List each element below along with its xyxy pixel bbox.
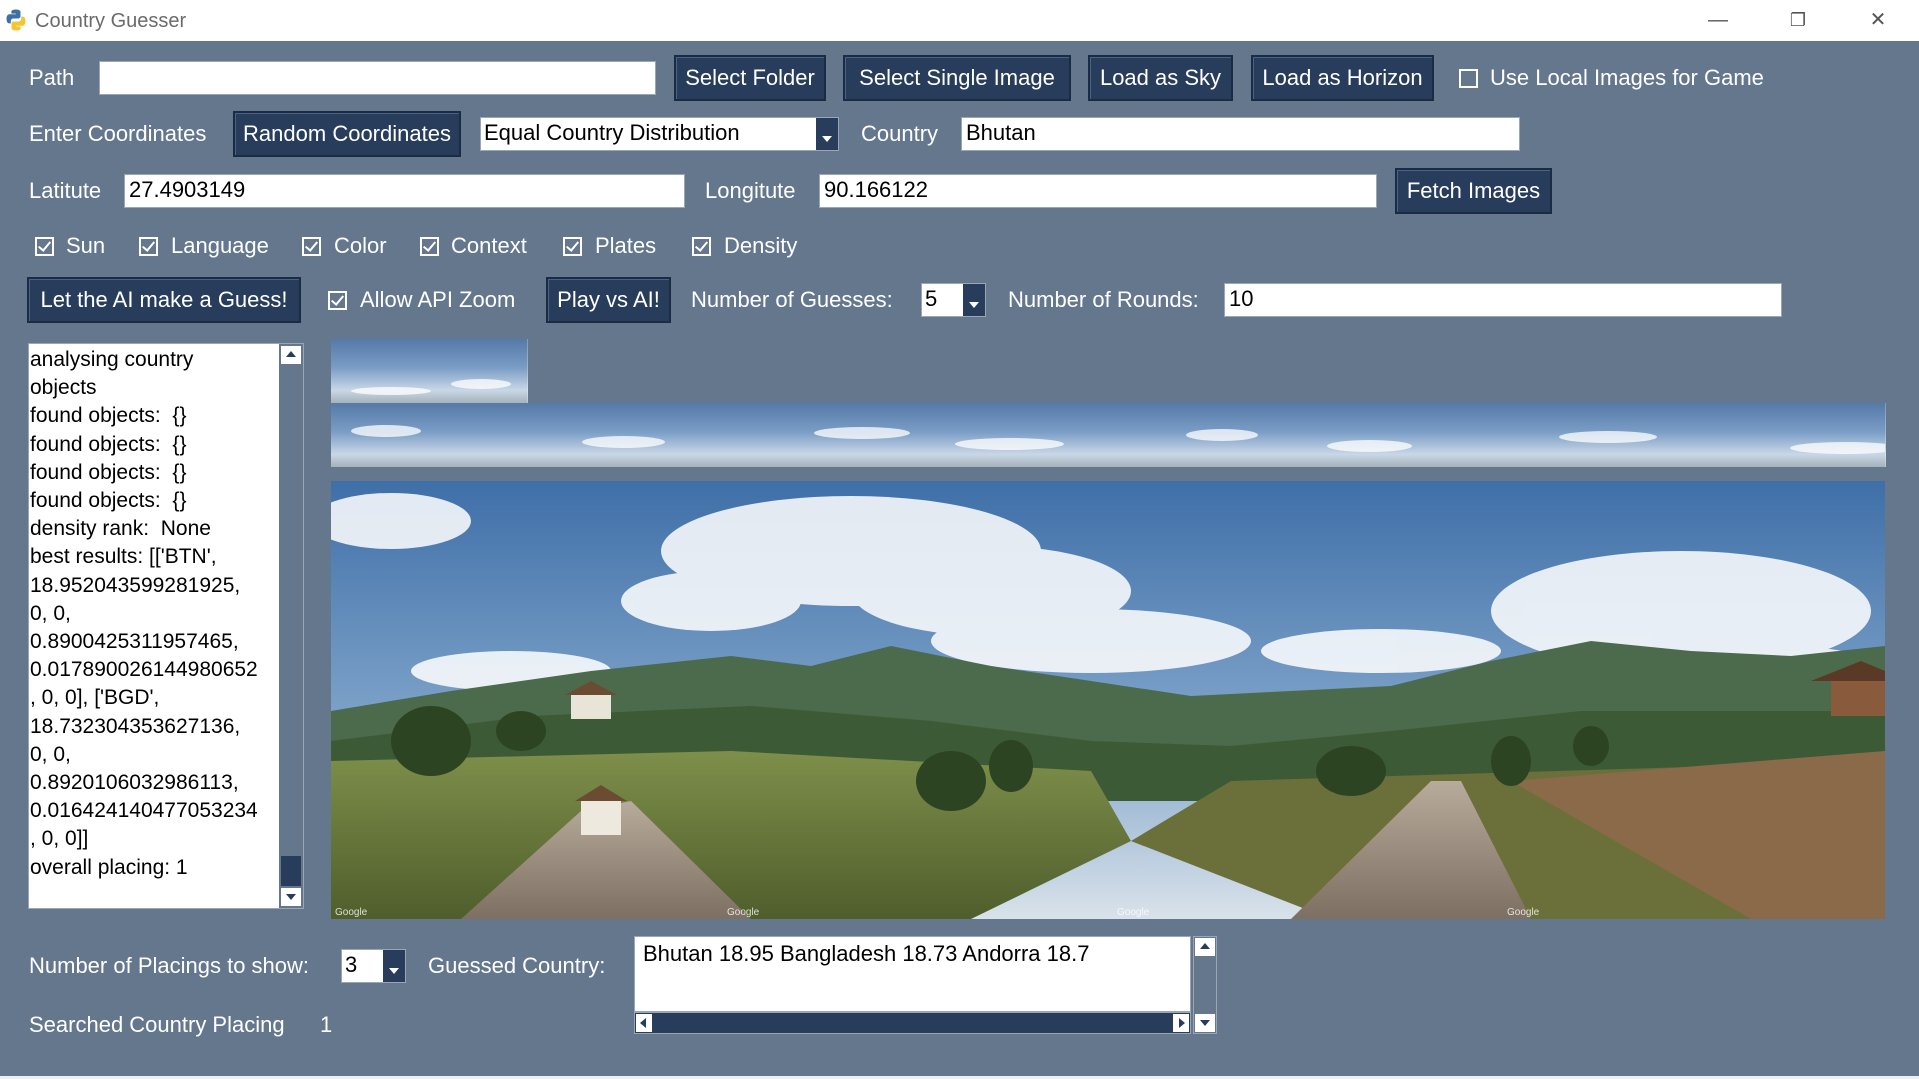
path-label: Path [29, 65, 75, 90]
number-of-rounds-input[interactable]: 10 [1224, 283, 1782, 317]
country-label: Country [861, 121, 939, 146]
sky-strip-tile [525, 403, 721, 467]
latitude-label: Latitute [29, 178, 102, 203]
close-button[interactable]: ✕ [1838, 0, 1918, 41]
google-watermark: Google [727, 907, 760, 918]
scroll-down-icon[interactable] [281, 888, 301, 906]
placings-label: Number of Placings to show: [29, 953, 310, 978]
dropdown-arrow-icon[interactable] [383, 950, 405, 982]
guessed-country-vscroll[interactable] [1193, 936, 1217, 1034]
sky-strip-tile [1302, 403, 1498, 467]
guessed-country-label: Guessed Country: [428, 953, 606, 978]
random-coordinates-button[interactable]: Random Coordinates [233, 111, 461, 157]
panorama-image: Google Google Google Google [331, 481, 1885, 919]
main-panel: Path Select Folder Select Single Image L… [0, 41, 1919, 1079]
number-of-guesses-value: 5 [925, 286, 938, 311]
longitude-label: Longitute [705, 178, 796, 203]
longitude-input[interactable]: 90.166122 [819, 174, 1377, 208]
path-input[interactable] [99, 61, 656, 95]
sky-strip-tile [913, 403, 1109, 467]
placings-value: 3 [345, 952, 358, 977]
scroll-right-icon[interactable] [1173, 1014, 1189, 1032]
language-checkbox[interactable] [139, 237, 158, 256]
load-as-horizon-button[interactable]: Load as Horizon [1251, 55, 1434, 101]
guessed-country-hscroll[interactable] [634, 1012, 1191, 1034]
context-label: Context [451, 233, 527, 258]
use-local-images-label: Use Local Images for Game [1490, 65, 1764, 90]
color-label: Color [334, 233, 387, 258]
plates-label: Plates [595, 233, 657, 258]
restore-button[interactable]: ❐ [1758, 0, 1838, 41]
analysis-log-text: analysing country objects found objects:… [30, 348, 258, 879]
dropdown-arrow-icon[interactable] [816, 118, 838, 150]
google-watermark: Google [335, 907, 368, 918]
scroll-up-icon[interactable] [1195, 938, 1215, 956]
allow-api-zoom-checkbox[interactable] [328, 291, 347, 310]
sun-label: Sun [66, 233, 106, 258]
sun-checkbox[interactable] [35, 237, 54, 256]
log-scrollbar[interactable] [279, 344, 303, 908]
scroll-thumb[interactable] [281, 856, 301, 886]
distribution-select-value: Equal Country Distribution [484, 120, 740, 145]
density-checkbox[interactable] [692, 237, 711, 256]
google-watermark: Google [1507, 907, 1540, 918]
allow-api-zoom-label: Allow API Zoom [360, 287, 516, 312]
number-of-rounds-label: Number of Rounds: [1008, 287, 1199, 312]
sky-strip-tile [331, 403, 527, 467]
use-local-images-checkbox[interactable] [1459, 69, 1478, 88]
google-watermark: Google [1117, 907, 1150, 918]
placings-select[interactable]: 3 [341, 949, 406, 983]
sky-strip-tile [1108, 403, 1304, 467]
guessed-country-list[interactable]: Bhutan 18.95 Bangladesh 18.73 Andorra 18… [634, 936, 1191, 1012]
sky-strip-tile [719, 403, 915, 467]
scroll-up-icon[interactable] [281, 346, 301, 364]
searched-placing-label: Searched Country Placing [29, 1012, 285, 1037]
latitude-input[interactable]: 27.4903149 [124, 174, 685, 208]
minimize-button[interactable]: — [1678, 0, 1758, 41]
color-checkbox[interactable] [302, 237, 321, 256]
language-label: Language [171, 233, 269, 258]
panorama-svg: Google Google Google Google [331, 481, 1885, 919]
context-checkbox[interactable] [420, 237, 439, 256]
enter-coordinates-label: Enter Coordinates [29, 121, 207, 146]
scroll-down-icon[interactable] [1195, 1014, 1215, 1032]
searched-placing-value: 1 [320, 1012, 333, 1037]
fetch-images-button[interactable]: Fetch Images [1395, 168, 1552, 214]
number-of-guesses-label: Number of Guesses: [691, 287, 893, 312]
number-of-guesses-select[interactable]: 5 [921, 283, 986, 317]
load-as-sky-button[interactable]: Load as Sky [1088, 55, 1233, 101]
scroll-left-icon[interactable] [636, 1014, 652, 1032]
distribution-select[interactable]: Equal Country Distribution [480, 117, 839, 151]
country-input[interactable]: Bhutan [961, 117, 1520, 151]
python-app-icon [6, 9, 26, 31]
plates-checkbox[interactable] [563, 237, 582, 256]
sky-thumbnail [331, 339, 528, 403]
density-label: Density [724, 233, 798, 258]
dropdown-arrow-icon[interactable] [963, 284, 985, 316]
play-vs-ai-button[interactable]: Play vs AI! [546, 277, 671, 323]
select-folder-button[interactable]: Select Folder [674, 55, 826, 101]
ai-guess-button[interactable]: Let the AI make a Guess! [27, 277, 301, 323]
select-single-image-button[interactable]: Select Single Image [843, 55, 1071, 101]
sky-strip-tile [1690, 403, 1886, 467]
title-bar: Country Guesser — ❐ ✕ [0, 0, 1919, 42]
analysis-log[interactable]: analysing country objects found objects:… [28, 343, 304, 909]
window-title: Country Guesser [35, 10, 187, 32]
sky-strip-tile [1496, 403, 1692, 467]
